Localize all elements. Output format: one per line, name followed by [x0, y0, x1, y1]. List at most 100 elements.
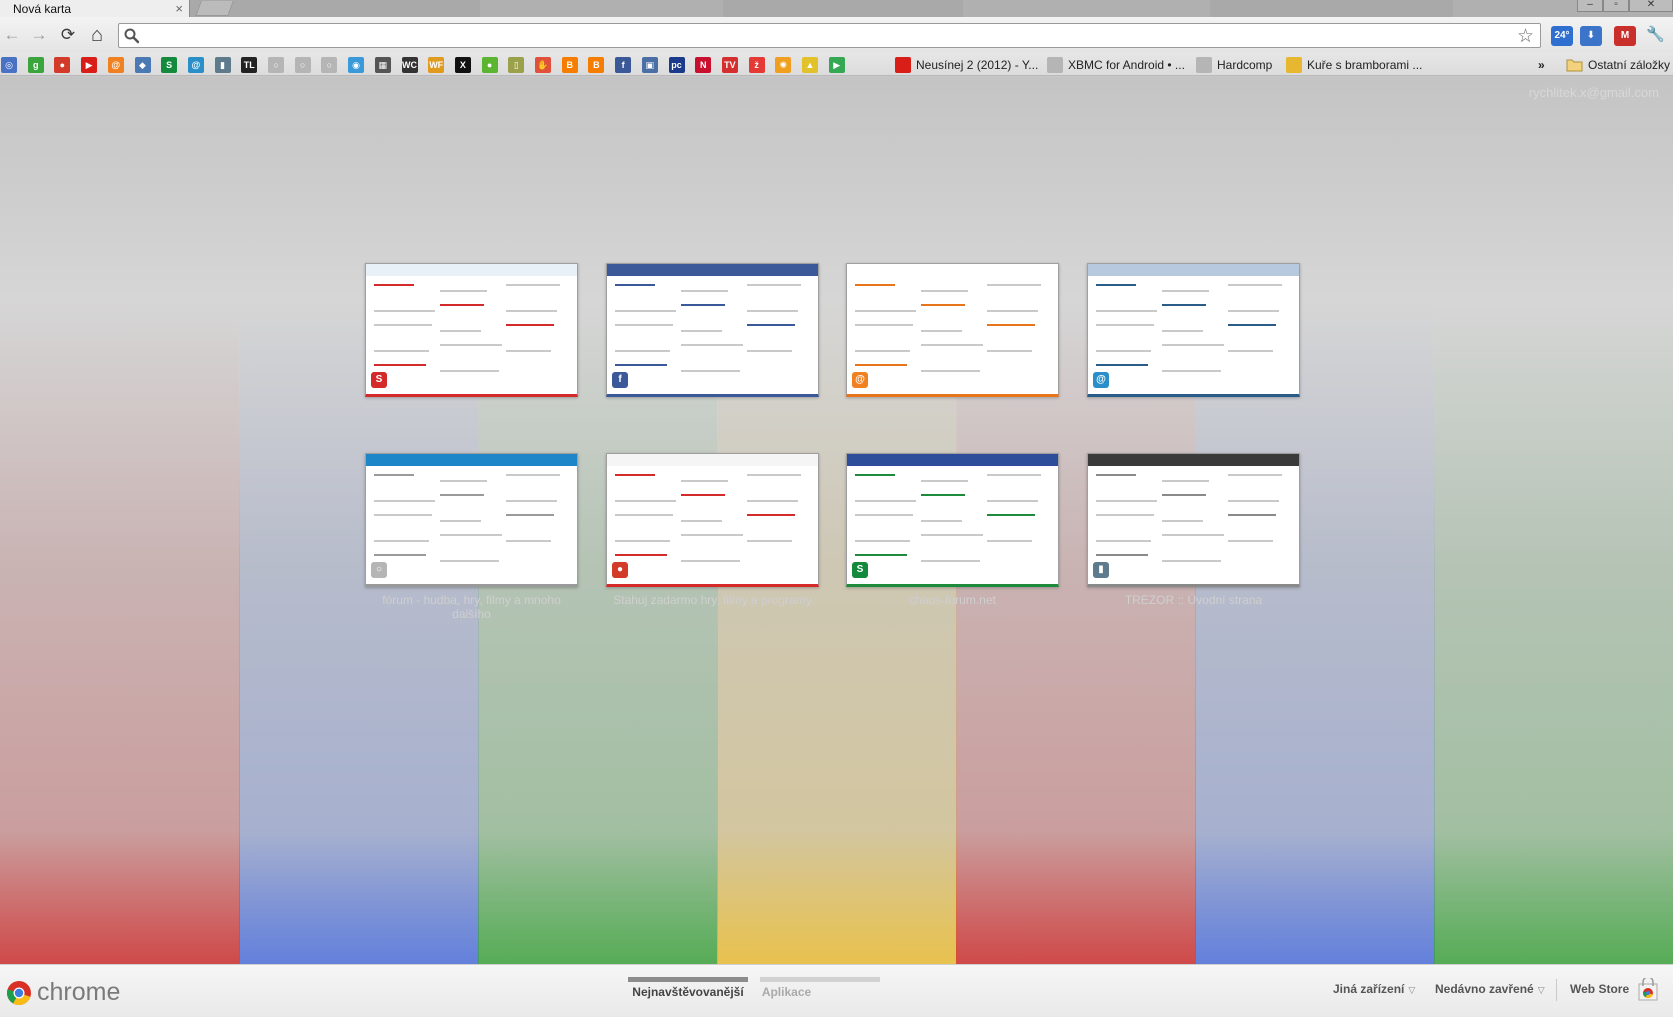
bookmark-favicon-2[interactable]: g: [27, 57, 44, 73]
bookmark-favicon-6[interactable]: ◆: [134, 57, 151, 73]
bookmark-favicon-25[interactable]: ▣: [641, 57, 658, 73]
bookmark-hardcomp[interactable]: Hardcomp: [1196, 56, 1272, 74]
bookmark-favicon-wf[interactable]: WF: [428, 57, 445, 73]
bookmark-label: XBMC for Android • ...: [1068, 58, 1185, 72]
reload-button[interactable]: ⟳: [59, 26, 77, 44]
thumbnail-text-line: [615, 540, 670, 542]
bookmark-xbmc-favicon-icon: [1047, 57, 1063, 73]
bookmark-xbmc[interactable]: XBMC for Android • ...: [1047, 56, 1185, 74]
recently-closed-menu[interactable]: Nedávno zavřené ▽: [1435, 982, 1545, 996]
bookmark-favicon-atlas[interactable]: @: [107, 57, 124, 73]
download-extension[interactable]: ⬇: [1580, 26, 1602, 46]
home-button[interactable]: ⌂: [88, 25, 106, 45]
bookmark-favicon-blogger-2[interactable]: B: [588, 57, 605, 73]
close-window-button[interactable]: ✕: [1629, 0, 1673, 12]
maximize-button[interactable]: ▫: [1603, 0, 1629, 12]
bookmark-favicon-20[interactable]: ▯: [508, 57, 525, 73]
recently-closed-label: Nedávno zavřené: [1435, 982, 1534, 996]
thumbnail-text-line: [374, 310, 435, 312]
thumbnail-header: [607, 454, 818, 466]
new-tab-button[interactable]: [195, 1, 234, 16]
thumbnail-text-line: [681, 494, 725, 496]
tab-close-icon[interactable]: ×: [175, 1, 183, 16]
bookmark-favicon-x[interactable]: X: [454, 57, 471, 73]
back-button[interactable]: ←: [3, 26, 21, 44]
thumbnail-text-line: [681, 304, 725, 306]
bookmarks-overflow-chevron[interactable]: »: [1538, 56, 1545, 74]
thumbnail-text-line: [1228, 500, 1279, 502]
thumbnail-text-line: [1096, 284, 1136, 286]
thumbnail-text-line: [1162, 520, 1203, 522]
bookmark-favicon-15[interactable]: ▦: [374, 57, 391, 73]
bookmark-favicon-tl[interactable]: TL: [241, 57, 258, 73]
weather-24-extension[interactable]: 24°: [1551, 26, 1573, 46]
bookmark-favicon-seznam-s[interactable]: S: [161, 57, 178, 73]
thumbnail-text-line: [1162, 304, 1206, 306]
bookmark-favicon-facebook[interactable]: f: [615, 57, 632, 73]
bookmark-favicon-wc[interactable]: WC: [401, 57, 418, 73]
bookmark-favicon-tv[interactable]: TV: [721, 57, 738, 73]
tile-sk-forum[interactable]: S: [846, 453, 1059, 587]
thumbnail-text-line: [374, 474, 414, 476]
section-most-visited[interactable]: Nejnavštěvovanější: [628, 985, 748, 999]
tile-seznam[interactable]: S: [365, 263, 578, 397]
bookmark-favicon-11[interactable]: ○: [268, 57, 284, 73]
thumbnail-text-line: [615, 310, 676, 312]
bookmark-star-icon[interactable]: ☆: [1517, 25, 1534, 48]
other-bookmarks-folder[interactable]: Ostatní záložky: [1566, 56, 1670, 74]
minimize-button[interactable]: –: [1577, 0, 1603, 12]
tile-favicon-icon: S: [371, 372, 387, 388]
tile-apple-site[interactable]: ●: [606, 453, 819, 587]
bookmark-favicon-blogger-1[interactable]: B: [561, 57, 578, 73]
thumbnail-text-line: [681, 560, 740, 562]
user-email: rychlitek.x@gmail.com: [1528, 85, 1659, 100]
omnibox[interactable]: ☆: [118, 23, 1541, 48]
bookmark-favicon-30[interactable]: ✺: [775, 57, 792, 73]
gmail-checker-extension[interactable]: M: [1614, 26, 1636, 46]
forward-button[interactable]: →: [30, 26, 48, 44]
tile-tecomat[interactable]: @: [846, 263, 1059, 397]
thumbnail-text-line: [855, 310, 916, 312]
thumbnail-text-line: [921, 560, 980, 562]
section-apps[interactable]: Aplikace: [760, 985, 813, 999]
bookmark-favicon-12[interactable]: ○: [294, 57, 311, 73]
thumbnail-text-line: [374, 350, 429, 352]
thumbnail-text-line: [681, 290, 728, 292]
bookmark-favicon-1[interactable]: ◎: [1, 57, 17, 73]
tile-trezor[interactable]: ▮: [1087, 453, 1300, 587]
bookmark-favicon-net[interactable]: N: [695, 57, 712, 73]
tab-title: Nová karta: [13, 1, 72, 16]
thumbnail-text-line: [506, 500, 557, 502]
bookmark-favicon-31[interactable]: ▲: [802, 57, 818, 73]
other-devices-label: Jiná zařízení: [1333, 982, 1405, 996]
wrench-menu-icon[interactable]: 🔧: [1646, 26, 1665, 44]
active-tab[interactable]: Nová karta ×: [0, 0, 190, 17]
tile-favicon-icon: @: [852, 372, 868, 388]
bookmark-favicon-zive[interactable]: ž: [748, 57, 765, 73]
bookmark-favicon-21[interactable]: ✋: [535, 57, 551, 73]
bookmark-favicon-play[interactable]: ▶: [828, 57, 845, 73]
web-store-icon[interactable]: [1637, 978, 1659, 1002]
bookmark-favicon-pc[interactable]: pc: [668, 57, 685, 73]
bookmark-kure[interactable]: Kuře s bramborami ...: [1286, 56, 1422, 74]
omnibox-input[interactable]: [145, 26, 1505, 45]
tile-facebook[interactable]: f: [606, 263, 819, 397]
thumbnail-text-line: [440, 304, 484, 306]
bookmark-favicon-3[interactable]: ●: [54, 57, 71, 73]
bookmark-favicon-8[interactable]: @: [187, 57, 204, 73]
tile-forum-blue[interactable]: ○: [365, 453, 578, 587]
tile-title: chaos-forum.net: [909, 593, 996, 607]
bookmark-neusinej[interactable]: Neusínej 2 (2012) - Y...: [895, 56, 1038, 74]
tile-title: Stahuj zadarmo hry, filmy a programy: [613, 593, 812, 607]
bookmark-favicon-xbox[interactable]: ●: [481, 57, 498, 73]
bookmark-favicon-14[interactable]: ◉: [348, 57, 365, 73]
thumbnail-text-line: [440, 290, 487, 292]
other-devices-menu[interactable]: Jiná zařízení ▽: [1333, 982, 1415, 996]
bookmark-favicon-youtube[interactable]: ▶: [81, 57, 98, 73]
bookmarks-bar: ◎ g ● ▶ @ ◆ S @ ▮ TL ○ ○ ○ ◉ ▦ WC WF X ● ▯ ✋ B Bf ▣ pc N TV ž ✺ ▲ ▶ Ne…: [0, 53, 1673, 76]
other-bookmarks-label: Ostatní záložky: [1588, 58, 1671, 72]
web-store-link[interactable]: Web Store: [1570, 982, 1629, 996]
bookmark-favicon-9[interactable]: ▮: [214, 57, 231, 73]
bookmark-favicon-13[interactable]: ○: [321, 57, 338, 73]
tile-dark-blue-site[interactable]: @: [1087, 263, 1300, 397]
